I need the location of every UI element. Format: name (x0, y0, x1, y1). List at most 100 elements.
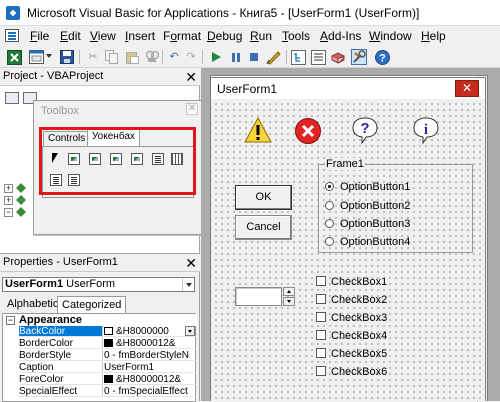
property-value-cell[interactable]: &H80000012& (104, 374, 196, 385)
module-menu-icon[interactable] (5, 29, 19, 42)
object-name: UserForm1 (5, 278, 64, 290)
insert-dropdown-icon[interactable] (46, 54, 52, 58)
frame-caption: Frame1 (325, 158, 365, 170)
excel-icon[interactable] (6, 49, 22, 65)
tab-alphabetic[interactable]: Alphabetic (3, 296, 62, 313)
checkbox-icon[interactable] (316, 348, 326, 358)
checkbox-1[interactable]: CheckBox1 (316, 275, 387, 289)
menu-add-ins[interactable]: Add-Ins (320, 29, 361, 43)
help-icon[interactable]: ? (374, 49, 390, 65)
userform-title: UserForm1 (217, 82, 278, 96)
tab-categorized[interactable]: Categorized (57, 296, 127, 313)
checkbox-6[interactable]: CheckBox6 (316, 365, 387, 379)
menu-view[interactable]: View (90, 29, 116, 43)
reset-icon[interactable] (246, 49, 262, 65)
property-value[interactable]: UserForm1 (104, 362, 196, 373)
save-icon[interactable] (59, 49, 75, 65)
standard-toolbar: ✂ ↶ ↷ ? (0, 46, 500, 68)
checkbox-icon[interactable] (316, 276, 326, 286)
property-value[interactable]: 0 - fmBorderStyleN (104, 350, 196, 361)
radio-icon[interactable] (325, 219, 334, 228)
userform-titlebar[interactable]: UserForm1 ✕ (210, 77, 486, 99)
radio-icon[interactable] (325, 201, 334, 210)
vba-project-icon (16, 207, 26, 217)
spin-textbox[interactable] (235, 287, 282, 306)
userform-close-icon[interactable]: ✕ (455, 80, 479, 97)
menu-help[interactable]: Help (421, 29, 446, 43)
property-row[interactable]: BorderStyle 0 - fmBorderStyleN (3, 350, 197, 361)
checkbox-5[interactable]: CheckBox5 (316, 347, 387, 361)
project-explorer-icon[interactable] (290, 49, 306, 65)
window-title: Microsoft Visual Basic for Applications … (27, 6, 420, 20)
project-explorer-title: Project - VBAProject (3, 70, 104, 82)
properties-window-icon[interactable] (310, 49, 326, 65)
color-swatch (104, 375, 113, 383)
property-value: &H8000012& (116, 338, 176, 349)
checkbox-3[interactable]: CheckBox3 (316, 311, 387, 325)
property-value-cell[interactable]: &H8000000 (104, 326, 196, 337)
information-icon[interactable]: i (412, 116, 440, 146)
run-icon[interactable] (208, 49, 224, 65)
collapse-icon[interactable]: − (6, 316, 15, 325)
menu-tools[interactable]: Tools (282, 29, 310, 43)
object-browser-icon[interactable] (330, 49, 346, 65)
undo-icon[interactable]: ↶ (166, 49, 182, 65)
tree-expand-icon[interactable]: − (4, 208, 13, 217)
spin-up-icon[interactable] (283, 287, 295, 296)
ok-button[interactable]: OK (235, 185, 292, 210)
vba-app-icon (6, 6, 20, 20)
spin-button[interactable] (283, 287, 295, 306)
property-row[interactable]: Caption UserForm1 (3, 362, 197, 373)
checkbox-icon[interactable] (316, 312, 326, 322)
property-value: &H80000012& (116, 374, 182, 385)
option-button-2[interactable]: OptionButton2 (325, 199, 410, 213)
radio-icon[interactable] (325, 237, 334, 246)
property-row[interactable]: SpecialEffect 0 - fmSpecialEffect (3, 386, 197, 397)
checkbox-icon[interactable] (316, 330, 326, 340)
property-value-cell[interactable]: &H8000012& (104, 338, 196, 349)
property-row[interactable]: ForeColor &H80000012& (3, 374, 197, 385)
toolbox-icon[interactable] (351, 49, 367, 65)
checkbox-4[interactable]: CheckBox4 (316, 329, 387, 343)
question-icon[interactable]: ? (351, 116, 379, 146)
warning-icon[interactable] (244, 117, 272, 143)
toolbox-close-icon[interactable]: ✕ (186, 103, 198, 115)
menu-format[interactable]: Format (163, 29, 201, 43)
menu-insert[interactable]: Insert (125, 29, 155, 43)
chevron-down-icon[interactable] (182, 278, 194, 291)
project-close-icon[interactable]: ✕ (185, 68, 197, 86)
property-value[interactable]: 0 - fmSpecialEffect (104, 386, 196, 397)
redo-icon[interactable]: ↷ (183, 49, 199, 65)
checkbox-2[interactable]: CheckBox2 (316, 293, 387, 307)
paste-icon[interactable] (124, 49, 140, 65)
chevron-down-icon[interactable] (185, 326, 195, 336)
find-icon[interactable] (144, 49, 160, 65)
tree-expand-icon[interactable]: + (4, 184, 13, 193)
checkbox-icon[interactable] (316, 366, 326, 376)
properties-close-icon[interactable]: ✕ (185, 254, 197, 272)
radio-selected-icon[interactable] (325, 182, 334, 191)
cut-icon[interactable]: ✂ (85, 49, 101, 65)
property-row[interactable]: BorderColor &H8000012& (3, 338, 197, 349)
property-row[interactable]: BackColor &H8000000 (3, 326, 197, 337)
copy-icon[interactable] (104, 49, 120, 65)
option-button-4[interactable]: OptionButton4 (325, 235, 410, 249)
view-code-icon[interactable] (5, 92, 19, 104)
category-appearance[interactable]: − Appearance (3, 314, 197, 326)
menu-file[interactable]: File (30, 29, 49, 43)
critical-icon[interactable] (294, 117, 322, 145)
break-icon[interactable] (228, 49, 244, 65)
menu-debug[interactable]: Debug (207, 29, 242, 43)
menu-run[interactable]: Run (250, 29, 272, 43)
tree-expand-icon[interactable]: + (4, 196, 13, 205)
insert-userform-icon[interactable] (28, 49, 44, 65)
option-button-3[interactable]: OptionButton3 (325, 217, 410, 231)
option-button-1[interactable]: OptionButton1 (325, 180, 410, 194)
menu-window[interactable]: Window (369, 29, 412, 43)
spin-down-icon[interactable] (283, 297, 295, 306)
checkbox-icon[interactable] (316, 294, 326, 304)
menu-edit[interactable]: Edit (60, 29, 81, 43)
cancel-button[interactable]: Cancel (235, 215, 292, 240)
design-mode-icon[interactable] (266, 49, 282, 65)
object-select[interactable]: UserForm1 UserForm (2, 277, 195, 292)
